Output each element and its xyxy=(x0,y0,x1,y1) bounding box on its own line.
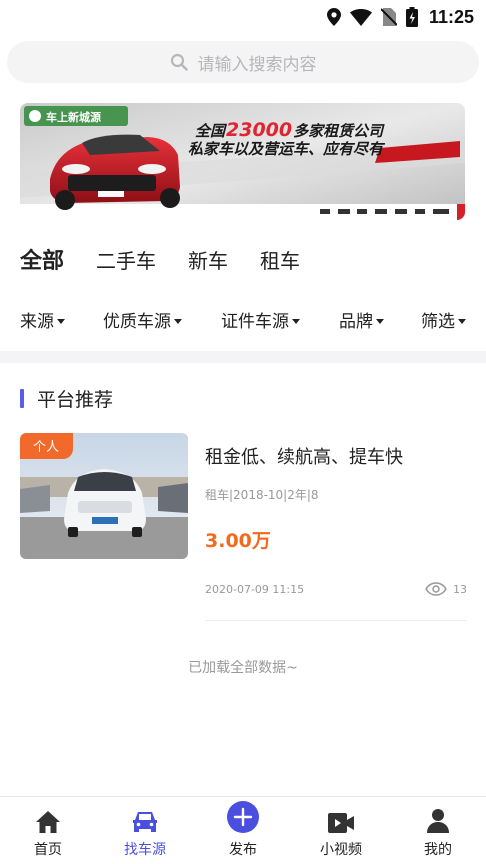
caret-down-icon xyxy=(376,319,384,324)
no-sim-icon xyxy=(380,8,397,26)
status-time: 11:25 xyxy=(428,6,474,27)
search-placeholder: 请输入搜索内容 xyxy=(197,54,317,75)
filter-quality[interactable]: 优质车源 xyxy=(103,307,182,332)
nav-short-video[interactable]: 小视频 xyxy=(306,797,376,864)
home-icon xyxy=(36,811,60,833)
nav-publish[interactable]: 发布 xyxy=(208,797,278,864)
nav-home[interactable]: 首页 xyxy=(13,797,83,864)
bottom-navigation: 首页 找车源 发布 小视频 我的 xyxy=(0,796,486,864)
section-header: 平台推荐 xyxy=(20,385,113,412)
promo-banner[interactable]: 车上新城源 全国 23000 多家租赁公司 私家车以及营运车、应有尽有 xyxy=(20,103,465,220)
tab-rental[interactable]: 租车 xyxy=(260,245,300,274)
video-camera-icon xyxy=(328,813,354,833)
tab-new-car[interactable]: 新车 xyxy=(188,245,228,274)
tab-used-car[interactable]: 二手车 xyxy=(96,245,156,274)
listing-tag: 个人 xyxy=(20,433,74,459)
listing-date: 2020-07-09 11:15 xyxy=(205,583,305,596)
section-accent-bar xyxy=(20,389,24,408)
status-bar: 11:25 xyxy=(0,0,486,34)
listing-price: 3.00万 xyxy=(205,530,271,552)
search-icon xyxy=(170,53,188,71)
battery-charging-icon xyxy=(405,7,418,27)
filter-source[interactable]: 来源 xyxy=(20,307,65,332)
banner-brand-text: 车上新城源 xyxy=(46,111,101,124)
listing-meta: 租车|2018-10|2年|8 xyxy=(205,488,319,502)
nav-find-car[interactable]: 找车源 xyxy=(110,797,180,864)
section-title: 平台推荐 xyxy=(37,389,114,411)
listing-separator xyxy=(205,620,467,621)
caret-down-icon xyxy=(458,319,466,324)
plus-circle-icon xyxy=(227,801,259,833)
caret-down-icon xyxy=(57,319,65,324)
user-icon xyxy=(427,809,449,833)
filter-more[interactable]: 筛选 xyxy=(421,307,466,332)
filter-documents[interactable]: 证件车源 xyxy=(221,307,300,332)
nav-profile[interactable]: 我的 xyxy=(403,797,473,864)
category-tabs: 全部 二手车 新车 租车 xyxy=(20,243,332,275)
filter-brand[interactable]: 品牌 xyxy=(339,307,384,332)
caret-down-icon xyxy=(174,319,182,324)
wifi-icon xyxy=(349,8,372,26)
listing-views: 13 xyxy=(425,582,467,596)
banner-subline: 私家车以及营运车、应有尽有 xyxy=(188,140,384,158)
search-input[interactable]: 请输入搜索内容 xyxy=(7,41,479,83)
view-count: 13 xyxy=(453,582,467,596)
listing-image[interactable]: 个人 xyxy=(20,433,188,559)
listing-title[interactable]: 租金低、续航高、提车快 xyxy=(205,443,403,469)
tab-all[interactable]: 全部 xyxy=(20,243,64,275)
eye-icon xyxy=(425,582,447,596)
car-icon xyxy=(133,812,157,832)
section-divider xyxy=(0,351,486,363)
filter-bar: 来源 优质车源 证件车源 品牌 筛选 xyxy=(0,307,486,333)
caret-down-icon xyxy=(292,319,300,324)
location-icon xyxy=(326,8,341,26)
list-end-message: 已加载全部数据~ xyxy=(188,660,298,676)
